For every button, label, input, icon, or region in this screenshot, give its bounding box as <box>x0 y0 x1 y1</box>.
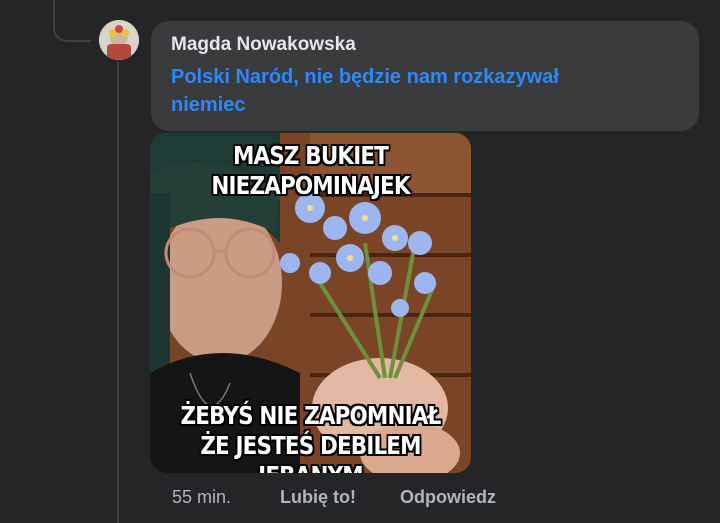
comment-author[interactable]: Magda Nowakowska <box>171 33 679 57</box>
meme-caption-bottom-line-2: ŻE JESTEŚ DEBILEM JEBANYM <box>200 431 421 473</box>
meme-caption-top: MASZ BUKIET NIEZAPOMINAJEK <box>172 141 448 201</box>
comment-text: Polski Naród, nie będzie nam rozkazywał … <box>171 66 559 116</box>
thread-connector-curve <box>53 0 91 42</box>
thread-connector-line <box>117 62 119 523</box>
meme-caption-top-line-2: NIEZAPOMINAJEK <box>211 171 410 200</box>
meme-caption-bottom-line-1: ŻEBYŚ NIE ZAPOMNIAŁ <box>180 401 442 430</box>
meme-image[interactable]: MASZ BUKIET NIEZAPOMINAJEK ŻEBYŚ NIE ZAP… <box>150 133 471 473</box>
meme-caption-top-line-1: MASZ BUKIET <box>232 141 389 170</box>
avatar-image <box>99 20 139 60</box>
comment-bubble: Magda Nowakowska Polski Naród, nie będzi… <box>151 21 699 131</box>
like-button[interactable]: Lubię to! <box>280 485 356 509</box>
meme-caption-bottom: ŻEBYŚ NIE ZAPOMNIAŁ ŻE JESTEŚ DEBILEM JE… <box>172 401 448 473</box>
comment-timestamp[interactable]: 55 min. <box>172 485 231 509</box>
reply-button[interactable]: Odpowiedz <box>400 485 496 509</box>
avatar[interactable] <box>99 20 139 60</box>
